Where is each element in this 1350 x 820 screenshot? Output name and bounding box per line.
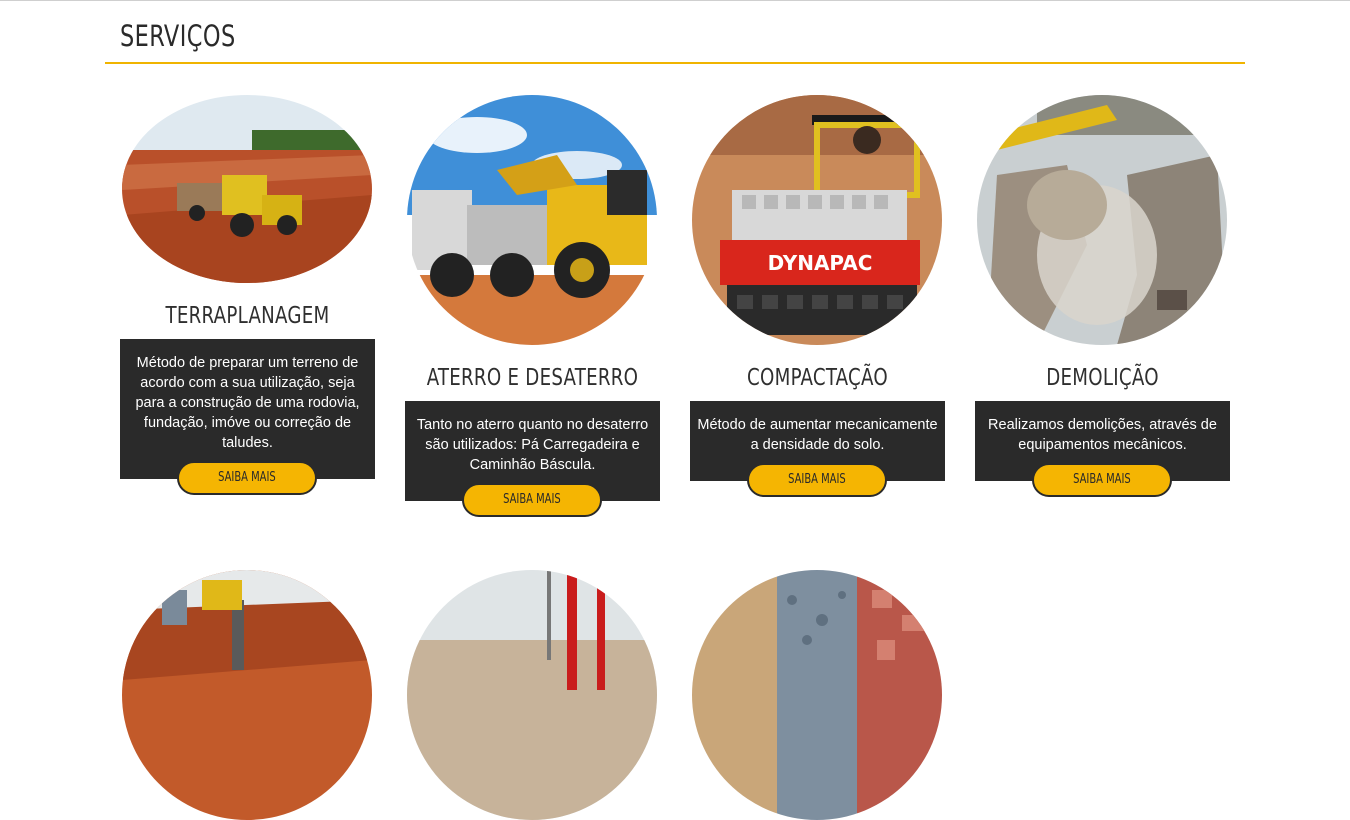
service-description: Realizamos demolições, através de equipa… [988,417,1217,453]
service-description: Tanto no aterro quanto no desaterro são … [416,417,649,473]
service-card-demolicao: DEMOLIÇÃO Realizamos demolições, através… [975,95,1230,505]
button-label: SAIBA MAIS [218,470,276,485]
saiba-mais-button[interactable]: SAIBA MAIS [1032,463,1172,497]
saiba-mais-button[interactable]: SAIBA MAIS [177,461,317,495]
service-title: DEMOLIÇÃO [1046,365,1159,391]
top-border [0,0,1350,1]
service-photo-demolicao [977,95,1227,345]
service-description: Método de aumentar mecanicamente a densi… [697,417,938,453]
service-photo-row2-1 [122,570,372,820]
service-card-terraplanagem: TERRAPLANAGEM Método de preparar um terr… [120,95,375,495]
button-label: SAIBA MAIS [788,472,846,487]
service-description: Método de preparar um terreno de acordo … [135,355,360,451]
service-photo-terraplanagem [122,95,372,283]
service-card-compactacao: DYNAPAC COMPACTAÇÃO Método de aumentar m… [690,95,945,505]
service-photo-aterro-desaterro [407,95,657,345]
section-title-underline [105,62,1245,64]
saiba-mais-button[interactable]: SAIBA MAIS [747,463,887,497]
button-label: SAIBA MAIS [503,492,561,507]
service-photo-row2-2 [407,570,657,820]
service-title: ATERRO E DESATERRO [426,365,639,391]
service-card-aterro-desaterro: ATERRO E DESATERRO Tanto no aterro quant… [405,95,660,525]
section-title: SERVIÇOS [120,19,236,53]
dynapac-logo-text: DYNAPAC [768,251,873,275]
service-title: TERRAPLANAGEM [165,303,330,329]
service-title: COMPACTAÇÃO [747,365,888,391]
service-photo-compactacao: DYNAPAC [692,95,942,345]
service-description-box: Método de preparar um terreno de acordo … [120,339,375,479]
button-label: SAIBA MAIS [1073,472,1131,487]
saiba-mais-button[interactable]: SAIBA MAIS [462,483,602,517]
service-photo-row2-3 [692,570,942,820]
